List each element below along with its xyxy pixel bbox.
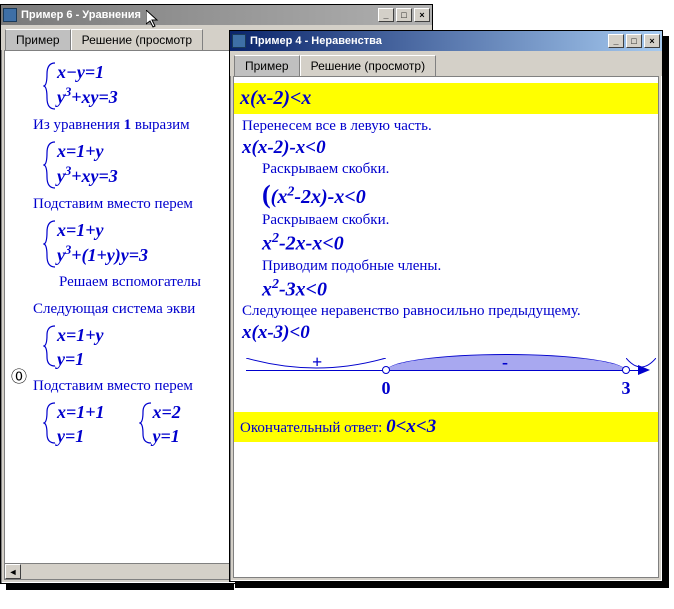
scroll-left-button[interactable]: ◄ — [5, 564, 21, 579]
equation-system-6: x=2 y=1 — [139, 401, 181, 448]
number-line-chart: + - 0 3 — [242, 350, 650, 406]
shadow — [6, 584, 234, 590]
label-zero: 0 — [382, 378, 391, 399]
close-button[interactable]: × — [644, 34, 660, 48]
equation: ((x2-2x)-x<0 — [242, 180, 650, 210]
maximize-button[interactable]: □ — [626, 34, 642, 48]
tab-solution[interactable]: Решение (просмотр — [71, 29, 203, 50]
minimize-button[interactable]: _ — [608, 34, 624, 48]
equation-system-1: x−y=1 y3+xy=3 — [43, 61, 118, 110]
titlebar-equations[interactable]: Пример 6 - Уравнения _ □ × — [1, 5, 432, 25]
final-answer: Окончательный ответ: 0<x<3 — [234, 412, 658, 442]
eq-row: y=1 — [57, 348, 104, 371]
eq-row: x=1+y — [57, 140, 118, 163]
minimize-button[interactable]: _ — [378, 8, 394, 22]
equation: x2-2x-x<0 — [242, 231, 650, 256]
step-text: Приводим подобные члены. — [242, 258, 650, 275]
sign-minus: - — [502, 352, 508, 373]
titlebar-inequalities[interactable]: Пример 4 - Неравенства _ □ × — [230, 31, 662, 51]
app-icon — [3, 8, 17, 22]
problem-statement: x(x-2)<x — [234, 83, 658, 114]
eq-row: x−y=1 — [57, 61, 118, 84]
equation-system-3: x=1+y y3+(1+y)y=3 — [43, 219, 148, 268]
close-button[interactable]: × — [414, 8, 430, 22]
equation: x2-3x<0 — [242, 277, 650, 302]
tab-example[interactable]: Пример — [5, 29, 71, 50]
eq-row: y3+xy=3 — [57, 84, 118, 109]
eq-row: x=1+y — [57, 219, 148, 242]
eq-row: y=1 — [57, 425, 105, 448]
window-title: Пример 6 - Уравнения — [21, 9, 378, 21]
eq-row: y3+xy=3 — [57, 163, 118, 188]
maximize-button[interactable]: □ — [396, 8, 412, 22]
step-text: Раскрываем скобки. — [242, 161, 650, 178]
content-inequalities: x(x-2)<x Перенесем все в левую часть. x(… — [233, 76, 659, 578]
equation: x(x-3)<0 — [242, 322, 650, 344]
tab-solution[interactable]: Решение (просмотр) — [300, 55, 436, 76]
equation-system-2: x=1+y y3+xy=3 — [43, 140, 118, 189]
eq-row: x=1+y — [57, 324, 104, 347]
scroll-area[interactable]: x(x-2)<x Перенесем все в левую часть. x(… — [234, 77, 658, 577]
eq-row: x=1+1 — [57, 401, 105, 424]
window-buttons: _ □ × — [378, 8, 430, 22]
window-title: Пример 4 - Неравенства — [250, 35, 608, 47]
tick-three — [622, 366, 630, 374]
equation-system-4: x=1+y y=1 — [43, 324, 104, 371]
tab-example[interactable]: Пример — [234, 55, 300, 76]
step-text: Следующее неравенство равносильно предыд… — [242, 303, 650, 320]
eq-row: y3+(1+y)y=3 — [57, 242, 148, 267]
tab-bar: Пример Решение (просмотр) — [230, 51, 662, 76]
app-icon — [232, 34, 246, 48]
window-buttons: _ □ × — [608, 34, 660, 48]
sign-plus: + — [312, 352, 322, 373]
eq-row: x=2 — [153, 401, 181, 424]
step-text: Раскрываем скобки. — [242, 212, 650, 229]
equation-system-5: x=1+1 y=1 — [43, 401, 105, 448]
eq-row: y=1 — [153, 425, 181, 448]
window-inequalities: Пример 4 - Неравенства _ □ × Пример Реше… — [229, 30, 663, 582]
shadow — [663, 36, 669, 588]
equation: x(x-2)-x<0 — [242, 137, 650, 159]
label-three: 3 — [622, 378, 631, 399]
step-text: Перенесем все в левую часть. — [242, 118, 650, 135]
tick-zero — [382, 366, 390, 374]
shadow — [235, 582, 669, 588]
